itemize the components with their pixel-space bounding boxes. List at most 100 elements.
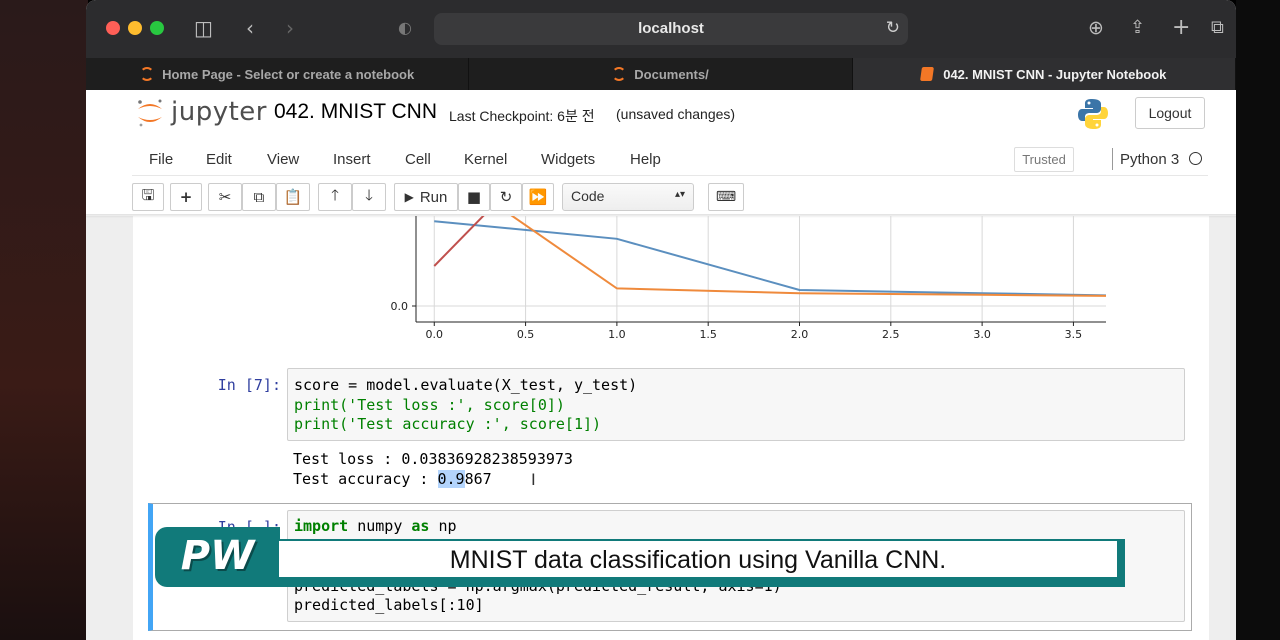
code-line: score = model.evaluate(X_test, y_test) bbox=[294, 376, 637, 394]
menu-cell[interactable]: Cell bbox=[405, 151, 431, 168]
address-bar[interactable]: localhost ↻ bbox=[434, 13, 908, 45]
trusted-indicator[interactable]: Trusted bbox=[1014, 147, 1074, 172]
restart-button[interactable]: ↻ bbox=[490, 183, 522, 211]
sidebar-icon[interactable]: ◫ bbox=[194, 16, 213, 40]
output-test-accuracy: Test accuracy : 0.9867 bbox=[293, 470, 492, 488]
scissors-icon: ✂ bbox=[218, 188, 232, 206]
run-button[interactable]: ▶ Run bbox=[394, 183, 458, 211]
command-palette-button[interactable]: ⌨ bbox=[708, 183, 744, 211]
back-icon[interactable]: ‹ bbox=[246, 16, 254, 40]
y-tick-label: 0.0 bbox=[391, 300, 409, 313]
cell-type-select[interactable]: Code ▴▾ bbox=[562, 183, 694, 211]
url-text: localhost bbox=[638, 20, 704, 37]
training-history-chart: 0.00.51.01.52.02.53.03.54.00.0 bbox=[391, 216, 1106, 341]
play-icon: ▶ bbox=[404, 190, 414, 204]
text-cursor-icon: I bbox=[531, 470, 536, 489]
copy-button[interactable]: ⧉ bbox=[242, 183, 276, 211]
new-tab-icon[interactable]: + bbox=[1172, 16, 1190, 40]
browser-window: ◫ ‹ › ◐ localhost ↻ ⊕ ⇪ + ⧉ Home Page - … bbox=[86, 0, 1236, 640]
paste-icon: 📋 bbox=[283, 188, 303, 206]
menu-edit[interactable]: Edit bbox=[206, 151, 232, 168]
jupyter-tab-icon bbox=[612, 67, 627, 81]
x-tick-label: 3.0 bbox=[973, 328, 991, 341]
code-cell-input[interactable]: score = model.evaluate(X_test, y_test) p… bbox=[287, 368, 1185, 441]
minimize-window-button[interactable] bbox=[128, 21, 142, 35]
plus-icon: + bbox=[179, 188, 193, 206]
x-tick-label: 3.5 bbox=[1065, 328, 1083, 341]
output-rest: 867 bbox=[464, 470, 492, 488]
cell-type-value: Code bbox=[571, 188, 605, 204]
tab-notebook[interactable]: 042. MNIST CNN - Jupyter Notebook bbox=[852, 58, 1236, 90]
save-icon: 🖫 bbox=[141, 185, 155, 204]
menu-widgets[interactable]: Widgets bbox=[541, 151, 595, 168]
desktop-background bbox=[0, 0, 88, 640]
last-checkpoint: Last Checkpoint: 6분 전 bbox=[449, 108, 595, 124]
caption-badge: PW bbox=[155, 527, 280, 587]
caption-text: MNIST data classification using Vanilla … bbox=[449, 546, 947, 574]
menu-help[interactable]: Help bbox=[630, 151, 661, 168]
x-tick-label: 1.0 bbox=[608, 328, 626, 341]
x-tick-label: 2.5 bbox=[882, 328, 900, 341]
kernel-name[interactable]: Python 3 bbox=[1120, 151, 1179, 168]
arrow-down-icon: 🡓 bbox=[365, 185, 373, 204]
menu-insert[interactable]: Insert bbox=[333, 151, 371, 168]
jupyter-tab-icon bbox=[140, 67, 155, 81]
jupyter-brand[interactable]: jupyter bbox=[171, 97, 267, 127]
caption-box: MNIST data classification using Vanilla … bbox=[279, 541, 1117, 577]
paste-button[interactable]: 📋 bbox=[276, 183, 310, 211]
downloads-icon[interactable]: ⊕ bbox=[1088, 16, 1104, 40]
video-caption: PW MNIST data classification using Vanil… bbox=[155, 527, 1125, 587]
tab-home-page[interactable]: Home Page - Select or create a notebook bbox=[86, 58, 470, 90]
caption-badge-text: PW bbox=[180, 533, 255, 579]
notebook-name[interactable]: 042. MNIST CNN bbox=[274, 100, 437, 124]
arrow-up-icon: 🡑 bbox=[331, 185, 339, 204]
python-logo-icon bbox=[1078, 99, 1108, 129]
move-down-button[interactable]: 🡓 bbox=[352, 183, 386, 211]
tab-overview-icon[interactable]: ⧉ bbox=[1211, 16, 1224, 40]
menu-file[interactable]: File bbox=[149, 151, 173, 168]
x-tick-label: 2.0 bbox=[791, 328, 809, 341]
fast-forward-icon: ⏩ bbox=[528, 188, 548, 206]
logout-button[interactable]: Logout bbox=[1135, 97, 1205, 129]
x-tick-label: 0.5 bbox=[517, 328, 535, 341]
desktop-background-right bbox=[1236, 0, 1280, 640]
menu-view[interactable]: View bbox=[267, 151, 299, 168]
copy-icon: ⧉ bbox=[253, 188, 265, 206]
forward-icon[interactable]: › bbox=[286, 16, 294, 40]
code-line: print('Test loss :', score[0]) bbox=[294, 396, 565, 414]
move-up-button[interactable]: 🡑 bbox=[318, 183, 352, 211]
code-text: print('Test accuracy :', score[1]) bbox=[294, 415, 602, 433]
cut-button[interactable]: ✂ bbox=[208, 183, 242, 211]
privacy-shield-icon[interactable]: ◐ bbox=[398, 16, 412, 40]
kernel-idle-icon bbox=[1189, 152, 1202, 165]
reload-icon[interactable]: ↻ bbox=[886, 18, 900, 38]
jupyter-header: jupyter 042. MNIST CNN Last Checkpoint: … bbox=[86, 90, 1236, 140]
text-selection: 0.9 bbox=[437, 470, 465, 488]
restart-run-all-button[interactable]: ⏩ bbox=[522, 183, 554, 211]
code-text: print('Test loss :', score[0]) bbox=[294, 396, 565, 414]
menu-kernel[interactable]: Kernel bbox=[464, 151, 507, 168]
kernel-divider bbox=[1112, 148, 1113, 170]
x-tick-label: 0.0 bbox=[426, 328, 444, 341]
close-window-button[interactable] bbox=[106, 21, 120, 35]
output-test-loss: Test loss : 0.03836928238593973 bbox=[293, 450, 573, 468]
menubar: File Edit View Insert Cell Kernel Widget… bbox=[132, 144, 1208, 176]
restart-icon: ↻ bbox=[499, 188, 513, 206]
code-line: predicted_labels[:10] bbox=[294, 596, 484, 614]
jupyter-logo-icon[interactable] bbox=[136, 98, 164, 128]
series-line-1 bbox=[510, 216, 1106, 297]
tab-label: Documents/ bbox=[634, 66, 709, 82]
insert-cell-button[interactable]: + bbox=[170, 183, 202, 211]
code-line: print('Test accuracy :', score[1]) bbox=[294, 415, 601, 433]
interrupt-button[interactable]: ■ bbox=[458, 183, 490, 211]
save-button[interactable]: 🖫 bbox=[132, 183, 164, 211]
zoom-window-button[interactable] bbox=[150, 21, 164, 35]
run-label: Run bbox=[419, 188, 448, 206]
code-text: score = model.evaluate(X_test, y_test) bbox=[294, 376, 638, 394]
stop-icon: ■ bbox=[466, 188, 482, 206]
code-text: predicted_labels[:10] bbox=[294, 596, 484, 614]
unsaved-changes: (unsaved changes) bbox=[616, 106, 736, 122]
share-icon[interactable]: ⇪ bbox=[1130, 16, 1145, 40]
tab-documents[interactable]: Documents/ bbox=[469, 58, 853, 90]
cell-prompt: In [7]: bbox=[217, 376, 281, 394]
